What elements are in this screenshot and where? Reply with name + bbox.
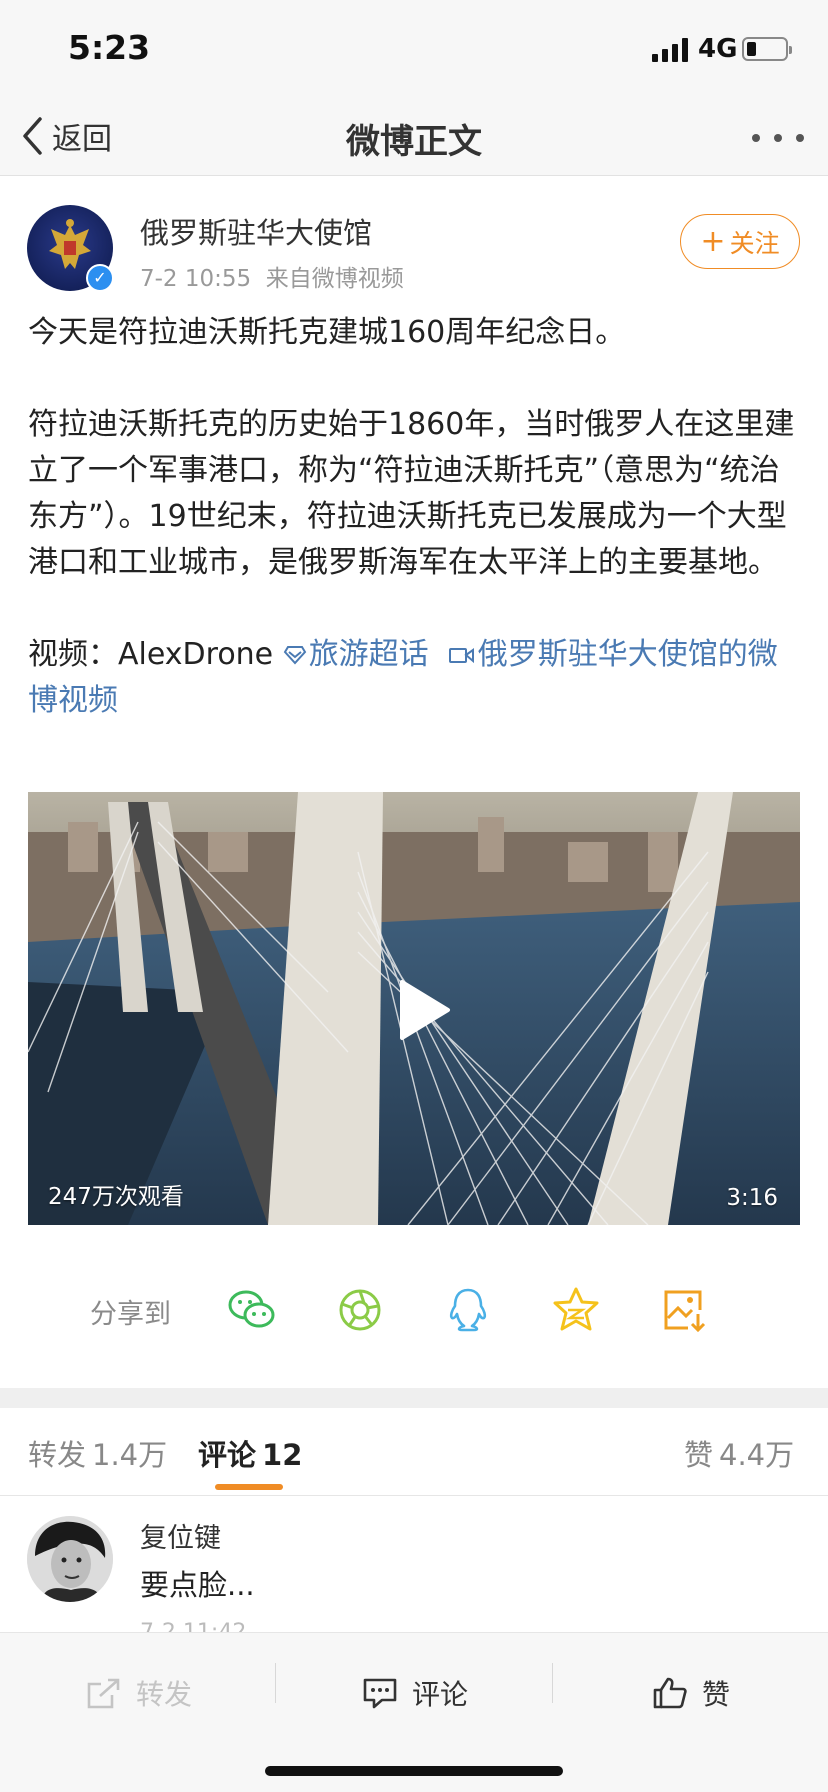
- video-icon: [448, 648, 474, 664]
- separator: [552, 1663, 553, 1703]
- save-image-icon[interactable]: [658, 1286, 710, 1334]
- post-paragraph-1: 今天是符拉迪沃斯托克建城160周年纪念日。: [28, 315, 626, 350]
- post-paragraph-2: 符拉迪沃斯托克的历史始于1860年，当时俄罗人在这里建立了一个军事港口，称为“符…: [28, 407, 795, 580]
- section-divider: [0, 1388, 828, 1408]
- separator: [275, 1663, 276, 1703]
- tab-repost-count: 1.4万: [92, 1438, 168, 1472]
- status-bar: 5:23 4G: [0, 0, 828, 96]
- qzone-icon[interactable]: [550, 1286, 602, 1334]
- more-options-button[interactable]: [752, 120, 804, 156]
- share-icon: [87, 1678, 120, 1709]
- active-tab-indicator: [215, 1484, 283, 1490]
- play-icon[interactable]: [394, 978, 454, 1042]
- emblem-icon: [49, 219, 91, 269]
- video-duration: 3:16: [726, 1185, 778, 1211]
- commenter-avatar[interactable]: [27, 1516, 113, 1602]
- tab-comment-count: 12: [262, 1438, 303, 1472]
- comment-text: 要点脸...: [140, 1568, 255, 1602]
- post-body: 今天是符拉迪沃斯托克建城160周年纪念日。 符拉迪沃斯托克的历史始于1860年，…: [28, 310, 800, 724]
- interaction-tabs: 转发 1.4万 评论 12 赞 4.4万: [0, 1408, 828, 1496]
- tab-comment[interactable]: 评论 12: [198, 1432, 302, 1474]
- plus-icon: +: [700, 223, 726, 259]
- follow-button[interactable]: + 关注: [680, 214, 800, 269]
- video-player[interactable]: 247万次观看 3:16: [28, 792, 800, 1225]
- tab-repost[interactable]: 转发 1.4万: [28, 1432, 167, 1474]
- status-time: 5:23: [68, 28, 151, 67]
- comment-button[interactable]: 评论: [362, 1671, 468, 1715]
- follow-label: 关注: [729, 228, 780, 258]
- home-indicator: [265, 1766, 563, 1776]
- like-label: 赞: [702, 1678, 731, 1711]
- tab-repost-label: 转发: [28, 1438, 87, 1472]
- topic-link[interactable]: 旅游超话: [283, 637, 429, 672]
- comment-icon: [363, 1678, 397, 1709]
- post-date: 7-2 10:55: [140, 266, 252, 292]
- tab-comment-label: 评论: [198, 1438, 257, 1472]
- nav-bar: 返回 微博正文: [0, 96, 828, 176]
- page-title: 微博正文: [346, 122, 482, 162]
- thumbs-up-icon: [653, 1677, 687, 1709]
- share-row: 分享到: [0, 1280, 828, 1340]
- comment-label: 评论: [412, 1678, 469, 1711]
- qq-icon[interactable]: [442, 1286, 494, 1334]
- avatar-portrait: [27, 1516, 113, 1602]
- commenter-name[interactable]: 复位键: [140, 1516, 221, 1555]
- post-meta: 7-2 10:55 来自微博视频: [140, 259, 404, 293]
- author-name[interactable]: 俄罗斯驻华大使馆: [140, 210, 372, 252]
- topic-link-label: 旅游超话: [308, 637, 429, 672]
- signal-icon: [652, 38, 692, 62]
- moments-icon[interactable]: [334, 1286, 386, 1334]
- wechat-icon[interactable]: [226, 1286, 278, 1334]
- tab-like-label: 赞: [684, 1438, 714, 1472]
- video-credit: 视频：AlexDrone 旅游超话 俄罗斯驻华大使馆的微博视频: [28, 632, 800, 724]
- video-prefix: 视频：AlexDrone: [28, 637, 283, 672]
- repost-button[interactable]: 转发: [86, 1671, 192, 1715]
- like-button[interactable]: 赞: [652, 1671, 730, 1715]
- post-source: 来自微博视频: [265, 266, 404, 292]
- share-label: 分享到: [90, 1299, 171, 1330]
- tab-like-count: 4.4万: [719, 1438, 795, 1472]
- verified-icon: ✓: [86, 264, 114, 292]
- battery-icon: [742, 37, 792, 61]
- network-type: 4G: [698, 34, 738, 64]
- view-count: 247万次观看: [48, 1184, 184, 1210]
- diamond-icon: [283, 646, 306, 665]
- repost-label: 转发: [136, 1678, 193, 1711]
- tab-like[interactable]: 赞 4.4万: [684, 1432, 794, 1474]
